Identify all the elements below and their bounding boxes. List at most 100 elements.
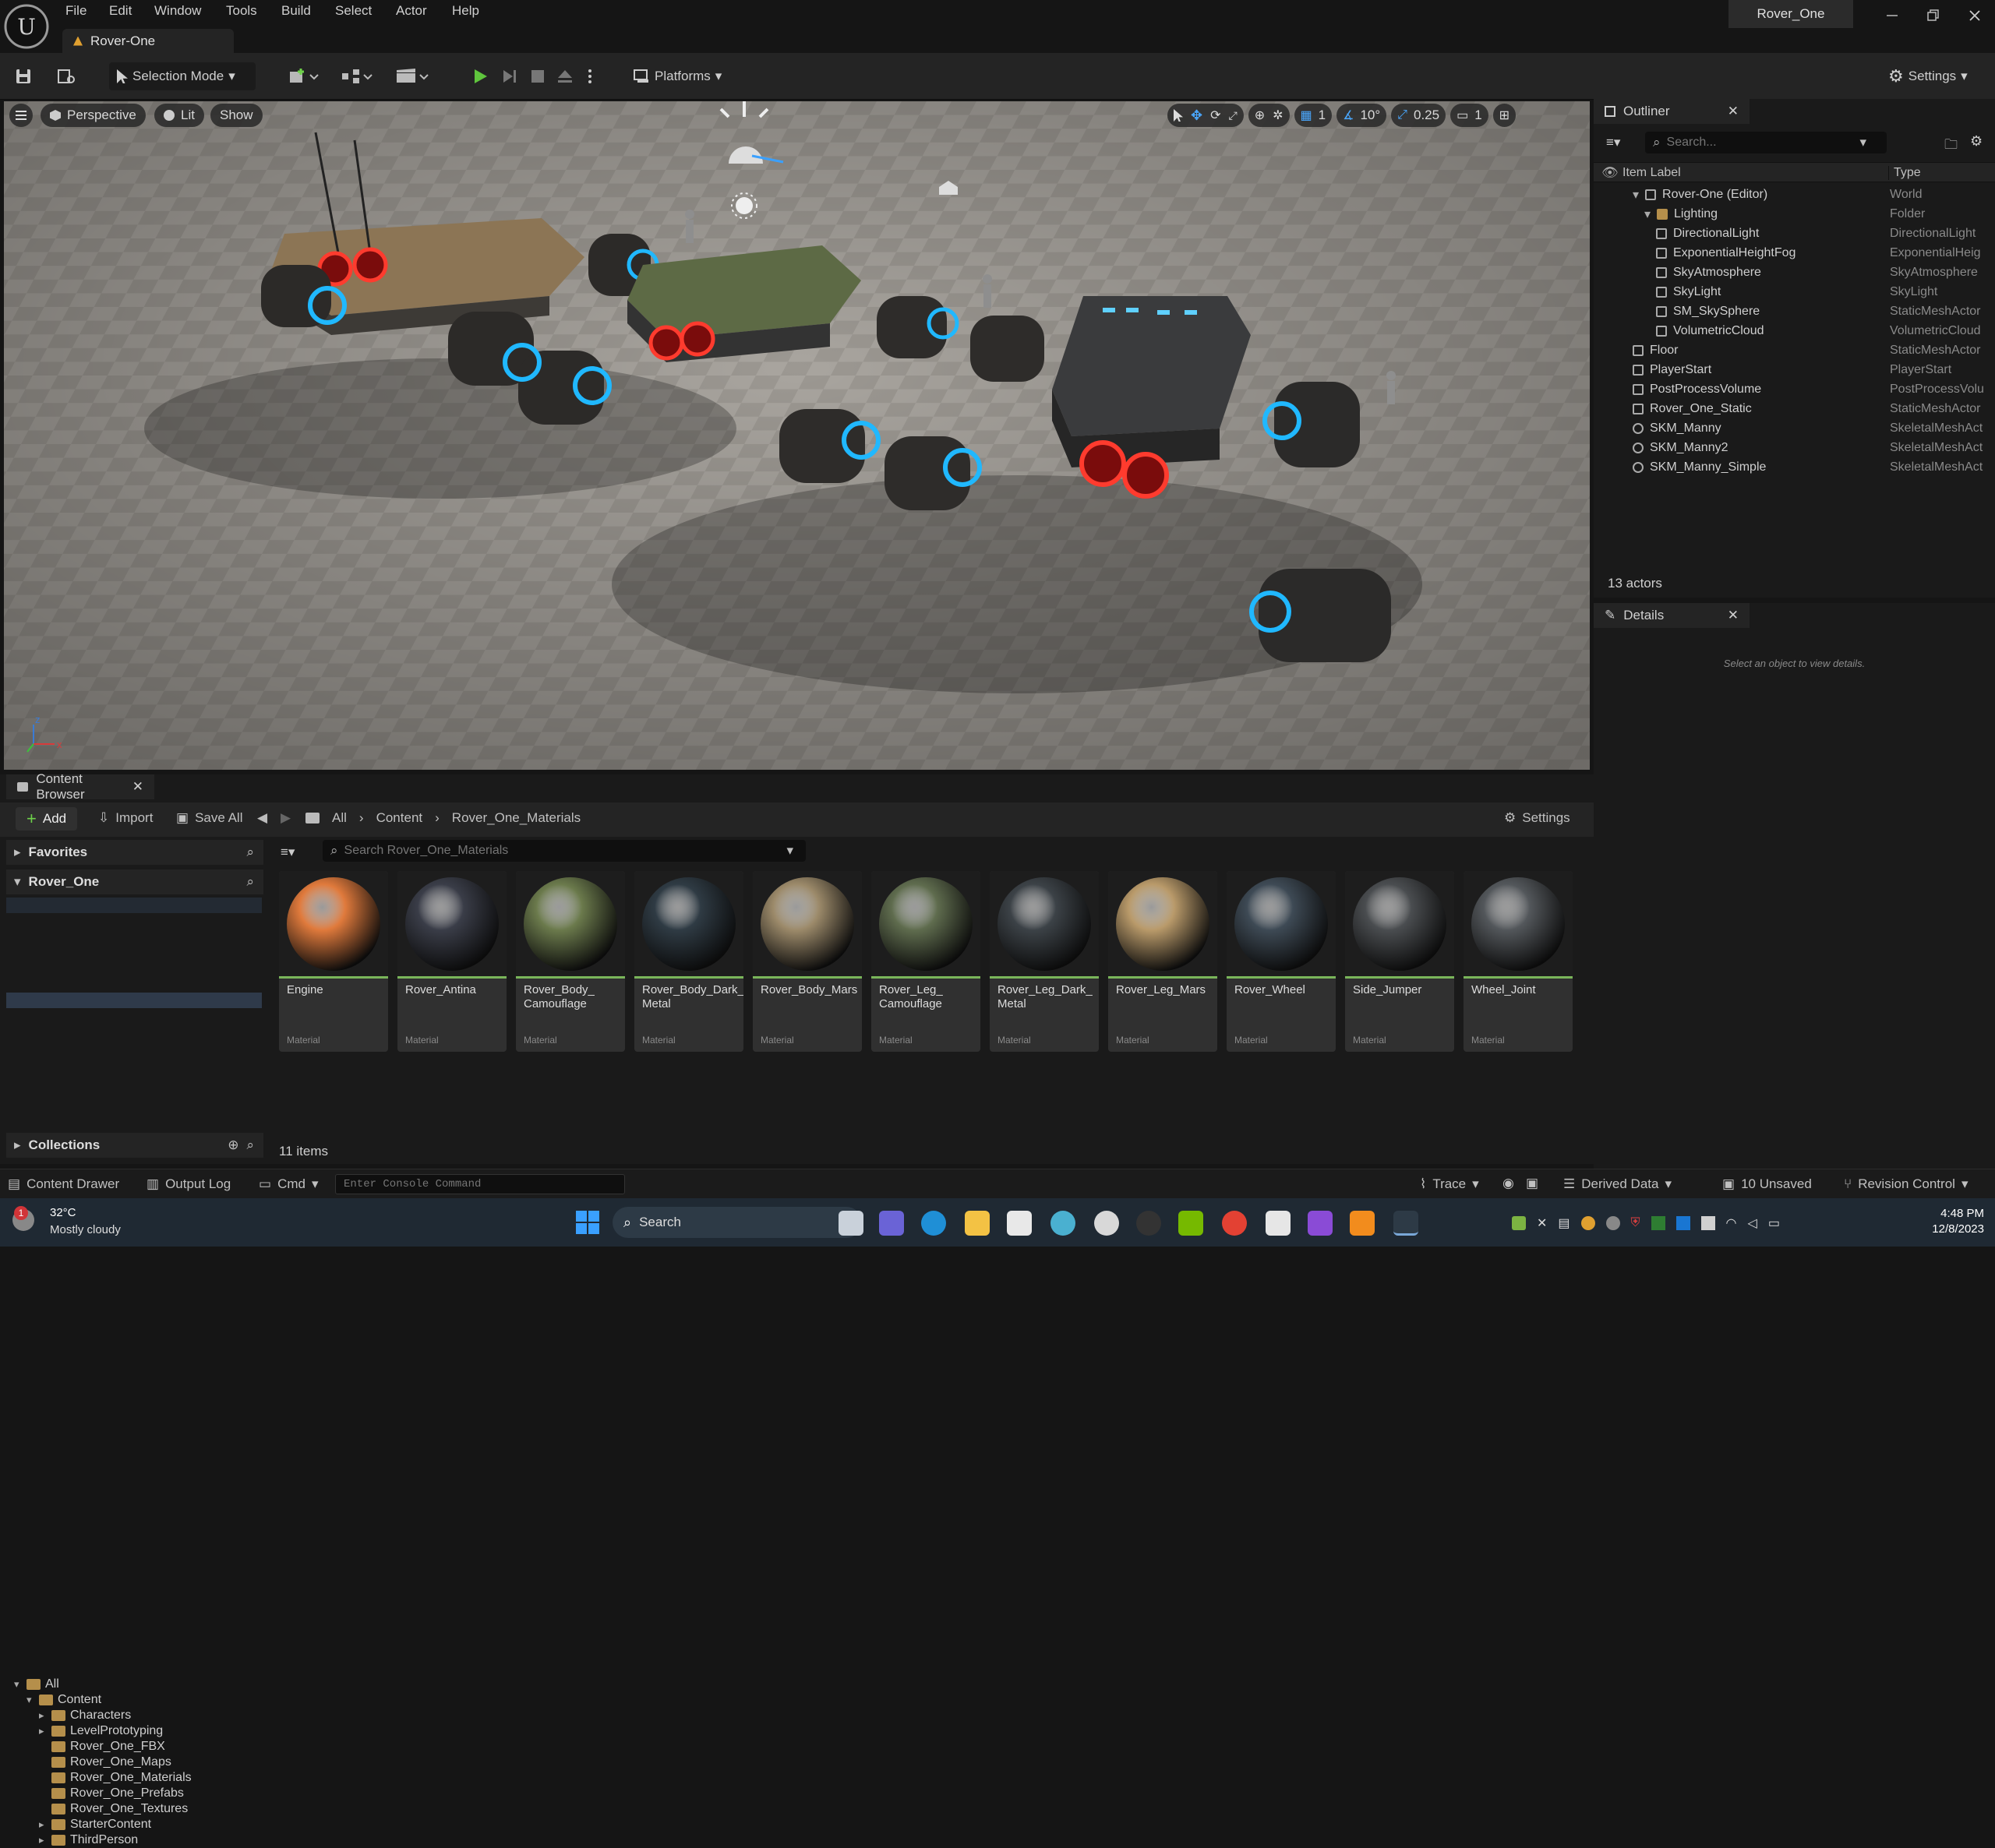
import-button[interactable]: ⇩ Import bbox=[98, 810, 153, 826]
breadcrumb-all[interactable]: All bbox=[332, 810, 347, 826]
outliner-row[interactable]: PlayerStart PlayerStart bbox=[1594, 360, 1995, 379]
asset-tile[interactable]: Rover_Wheel Material bbox=[1227, 871, 1336, 1052]
sublime-icon[interactable] bbox=[1350, 1211, 1375, 1236]
lit-button[interactable]: Lit bbox=[154, 104, 204, 127]
outliner-row[interactable]: SKM_Manny2 SkeletalMeshAct bbox=[1594, 438, 1995, 457]
breadcrumb-current[interactable]: Rover_One_Materials bbox=[452, 810, 581, 826]
folder-tree-item[interactable]: Rover_One_Prefabs bbox=[39, 1786, 184, 1801]
settings-button[interactable]: ⚙ Settings ▾ bbox=[1888, 62, 1968, 90]
output-log-button[interactable]: ▥ Output Log bbox=[147, 1176, 231, 1192]
add-actor-icon[interactable] bbox=[288, 62, 320, 90]
close-tab-icon[interactable]: ✕ bbox=[132, 779, 143, 795]
asset-tile[interactable]: Rover_Body_ Camouflage Material bbox=[516, 871, 625, 1052]
stop-icon[interactable] bbox=[528, 62, 547, 90]
outliner-row[interactable]: SKM_Manny_Simple SkeletalMeshAct bbox=[1594, 457, 1995, 477]
screenshot-icon[interactable]: ▣ bbox=[1526, 1176, 1538, 1191]
outliner-search[interactable]: ⌕ ▾ bbox=[1645, 132, 1887, 153]
menu-window[interactable]: Window bbox=[154, 3, 201, 19]
tray-icon[interactable] bbox=[1580, 1216, 1595, 1230]
asset-tile[interactable]: Engine Material bbox=[279, 871, 388, 1052]
content-icon[interactable] bbox=[56, 62, 76, 90]
level-tab[interactable]: Rover-One bbox=[62, 29, 234, 53]
outliner-row[interactable]: SM_SkySphere StaticMeshActor bbox=[1594, 302, 1995, 321]
unsaved-button[interactable]: ▣ 10 Unsaved bbox=[1722, 1176, 1812, 1192]
eject-icon[interactable] bbox=[556, 62, 574, 90]
new-folder-icon[interactable]: 🗀 bbox=[1944, 135, 1958, 157]
collections-header[interactable]: ▸ Collections ⊕ ⌕ bbox=[6, 1133, 263, 1158]
folder-tree-item[interactable]: ▸ ThirdPerson bbox=[39, 1832, 138, 1848]
menu-actor[interactable]: Actor bbox=[396, 3, 427, 19]
chevron-down-icon[interactable]: ▾ bbox=[1633, 187, 1639, 203]
menu-build[interactable]: Build bbox=[281, 3, 311, 19]
add-button[interactable]: + Add bbox=[16, 807, 78, 831]
menu-file[interactable]: File bbox=[65, 3, 87, 19]
viewport-layout-button[interactable]: ⊞ bbox=[1492, 104, 1517, 127]
outliner-row[interactable]: SkyLight SkyLight bbox=[1594, 282, 1995, 302]
folder-tree-item[interactable]: ▾ Content bbox=[26, 1692, 101, 1708]
chevron-down-icon[interactable]: ▾ bbox=[26, 1694, 34, 1706]
back-icon[interactable]: ◀ bbox=[257, 810, 267, 826]
menu-help[interactable]: Help bbox=[452, 3, 479, 19]
asset-tile[interactable]: Rover_Body_Dark_ Metal Material bbox=[634, 871, 743, 1052]
cb-settings-button[interactable]: ⚙ Settings bbox=[1504, 810, 1570, 826]
revision-control-button[interactable]: ⑂ Revision Control ▾ bbox=[1844, 1176, 1968, 1192]
tray-icon[interactable] bbox=[1512, 1216, 1526, 1230]
asset-search-input[interactable] bbox=[344, 844, 781, 858]
alien-icon[interactable] bbox=[1094, 1211, 1119, 1236]
cinematics-icon[interactable] bbox=[395, 62, 433, 90]
close-tab-icon[interactable]: ✕ bbox=[1728, 608, 1739, 623]
asset-tile[interactable]: Side_Jumper Material bbox=[1345, 871, 1454, 1052]
content-browser-tab[interactable]: Content Browser ✕ bbox=[6, 771, 154, 802]
camera-speed-button[interactable]: ▭ 1 bbox=[1450, 104, 1488, 127]
outliner-row[interactable]: DirectionalLight DirectionalLight bbox=[1594, 224, 1995, 243]
trace-dropdown[interactable]: ⌇ Trace ▾ bbox=[1420, 1176, 1479, 1192]
xbox-icon[interactable]: ✕ bbox=[1537, 1215, 1547, 1231]
asset-tile[interactable]: Rover_Leg_ Camouflage Material bbox=[871, 871, 980, 1052]
minimize-icon[interactable] bbox=[1884, 8, 1900, 23]
folder-tree-item[interactable]: Rover_One_Materials bbox=[39, 1770, 192, 1786]
more-options-icon[interactable] bbox=[586, 62, 594, 90]
show-button[interactable]: Show bbox=[210, 104, 263, 127]
save-all-button[interactable]: ▣ Save All bbox=[176, 810, 243, 826]
visibility-icon[interactable]: 👁 bbox=[1601, 165, 1619, 181]
column-type[interactable]: Type bbox=[1888, 166, 1921, 180]
folder-tree-item[interactable]: ▸ StarterContent bbox=[39, 1817, 151, 1832]
asset-search[interactable]: ⌕ ▾ bbox=[323, 840, 806, 862]
close-tab-icon[interactable]: ✕ bbox=[1728, 104, 1739, 119]
browser-icon[interactable] bbox=[1050, 1211, 1075, 1236]
battery-icon[interactable]: ▭ bbox=[1768, 1215, 1780, 1231]
system-tray[interactable]: ✕ ▤ ⛨ ◠ ◁ ▭ bbox=[1512, 1212, 1839, 1234]
outliner-settings-icon[interactable]: ⚙ bbox=[1970, 133, 1983, 150]
unreal-logo-icon[interactable]: U bbox=[3, 3, 50, 50]
chevron-right-icon[interactable]: ▸ bbox=[39, 1834, 47, 1846]
outliner-row[interactable]: PostProcessVolume PostProcessVolu bbox=[1594, 379, 1995, 399]
select-tool-icon[interactable] bbox=[1174, 109, 1183, 122]
search-icon[interactable]: ⌕ bbox=[246, 874, 254, 890]
viewport-menu-button[interactable] bbox=[9, 104, 33, 127]
chat-icon[interactable] bbox=[879, 1211, 904, 1236]
project-header[interactable]: ▾ Rover_One ⌕ bbox=[6, 869, 263, 894]
menu-select[interactable]: Select bbox=[335, 3, 372, 19]
clipchamp-icon[interactable] bbox=[1308, 1211, 1333, 1236]
asset-tile[interactable]: Rover_Antina Material bbox=[397, 871, 507, 1052]
details-tab[interactable]: ✎ Details ✕ bbox=[1594, 603, 1750, 628]
nvidia-icon[interactable] bbox=[1178, 1211, 1203, 1236]
edge-icon[interactable] bbox=[921, 1211, 946, 1236]
outliner-row[interactable]: ▾ Lighting Folder bbox=[1594, 204, 1995, 224]
tray-icon[interactable] bbox=[1675, 1216, 1690, 1230]
console-input[interactable] bbox=[335, 1174, 625, 1194]
selection-mode-dropdown[interactable]: Selection Mode ▾ bbox=[109, 62, 256, 90]
chevron-down-icon[interactable]: ▾ bbox=[1644, 206, 1651, 222]
record-icon[interactable]: ◉ bbox=[1502, 1176, 1514, 1191]
folder-tree-item[interactable]: ▸ LevelPrototyping bbox=[39, 1723, 163, 1739]
asset-tile[interactable]: Wheel_Joint Material bbox=[1464, 871, 1573, 1052]
folder-tree-item[interactable]: ▾ All bbox=[14, 1677, 59, 1692]
outliner-row[interactable]: ExponentialHeightFog ExponentialHeig bbox=[1594, 243, 1995, 263]
store-icon[interactable] bbox=[1007, 1211, 1032, 1236]
asset-tile[interactable]: Rover_Body_Mars Material bbox=[753, 871, 862, 1052]
volume-icon[interactable]: ◁ bbox=[1748, 1215, 1757, 1231]
scale-snap-toggle[interactable]: ⤢ 0.25 bbox=[1391, 104, 1446, 127]
save-icon[interactable] bbox=[14, 62, 33, 90]
move-tool-icon[interactable]: ✥ bbox=[1191, 108, 1202, 124]
close-window-icon[interactable] bbox=[1967, 8, 1983, 23]
